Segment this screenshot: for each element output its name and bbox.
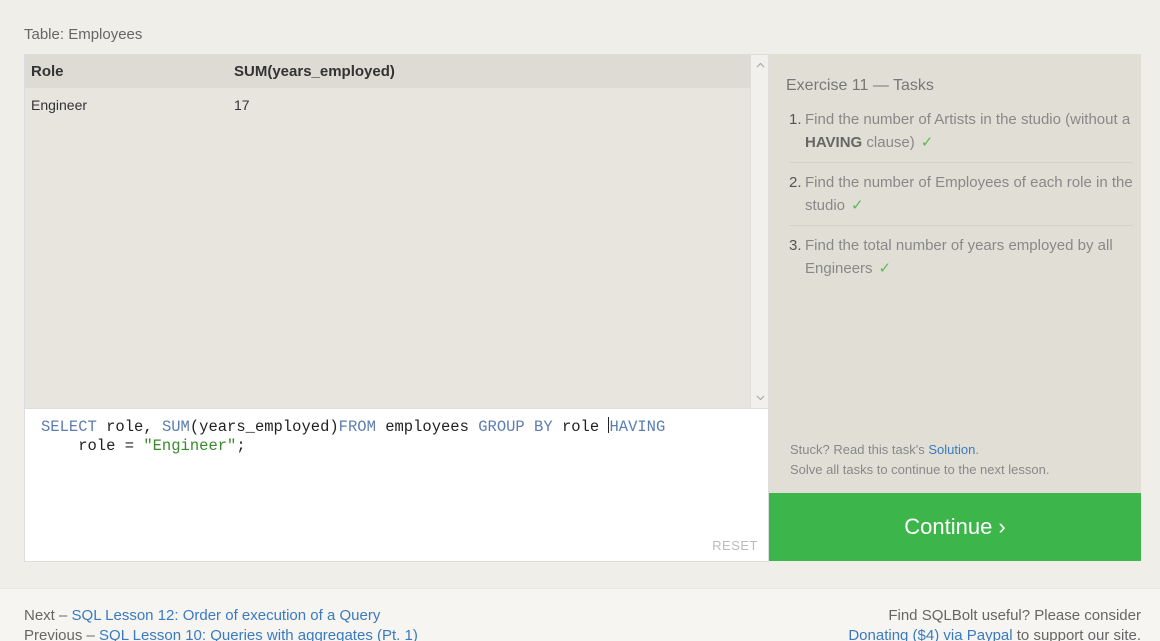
prev-prefix: Previous – — [24, 627, 100, 641]
cell-sum: 17 — [234, 97, 250, 113]
task-text: Find the number of Artists in the studio… — [805, 108, 1133, 154]
task-text-part: clause) — [862, 134, 915, 151]
task-item-1: 1. Find the number of Artists in the stu… — [789, 108, 1133, 163]
code-text: (years_employed) — [189, 418, 339, 436]
code-text: employees — [375, 418, 479, 436]
keyword-having-h: H — [609, 418, 619, 436]
task-text: Find the total number of years employed … — [805, 234, 1133, 280]
keyword-group-by: GROUP BY — [478, 418, 553, 436]
scroll-down-icon[interactable] — [751, 390, 768, 406]
page: Table: Employees Role SUM(years_employed… — [0, 0, 1160, 641]
task-text: Find the number of Employees of each rol… — [805, 171, 1133, 217]
task-text-bold: HAVING — [805, 134, 863, 151]
stuck-hint: Stuck? Read this task's Solution. Solve … — [790, 440, 1049, 480]
keyword-select: SELECT — [41, 418, 97, 436]
column-header-sum: SUM(years_employed) — [234, 63, 395, 80]
task-number: 3. — [789, 237, 802, 254]
cell-role: Engineer — [31, 97, 88, 113]
sql-editor[interactable]: SELECT role, SUM(years_employed)FROM emp… — [24, 409, 769, 562]
task-list: 1. Find the number of Artists in the stu… — [789, 108, 1133, 296]
reset-button[interactable]: RESET — [712, 538, 758, 553]
task-number: 2. — [789, 174, 802, 191]
stuck-text: Stuck? Read this task's — [790, 442, 929, 457]
task-item-3: 3. Find the total number of years employ… — [789, 234, 1133, 288]
lesson-nav: Next – SQL Lesson 12: Order of execution… — [24, 606, 418, 641]
code-text: ; — [236, 437, 246, 455]
keyword-from: FROM — [338, 418, 376, 436]
results-header-row: Role SUM(years_employed) — [25, 55, 752, 88]
previous-lesson-link[interactable]: SQL Lesson 10: Queries with aggregates (… — [99, 627, 418, 641]
check-icon: ✓ — [851, 197, 864, 214]
continue-button[interactable]: Continue › — [769, 493, 1141, 561]
check-icon: ✓ — [878, 260, 892, 277]
results-scrollbar[interactable] — [750, 55, 768, 408]
task-item-2: 2. Find the number of Employees of each … — [789, 171, 1133, 226]
results-table: Role SUM(years_employed) Engineer 17 — [25, 55, 752, 122]
scroll-up-icon[interactable] — [751, 57, 768, 73]
task-text-part: Find the number of Artists in the studio… — [805, 111, 1131, 128]
task-number: 1. — [789, 111, 802, 128]
donate-text: Find SQLBolt useful? Please consider — [888, 607, 1141, 624]
code-text: role — [552, 418, 609, 436]
table-row: Engineer 17 — [25, 88, 752, 122]
results-panel: Role SUM(years_employed) Engineer 17 — [24, 54, 769, 409]
check-icon: ✓ — [920, 134, 934, 151]
stuck-text: . — [975, 442, 979, 457]
sql-code[interactable]: SELECT role, SUM(years_employed)FROM emp… — [41, 417, 665, 456]
footer: Next – SQL Lesson 12: Order of execution… — [0, 588, 1160, 641]
table-title: Table: Employees — [24, 26, 143, 43]
donate-link[interactable]: Donating ($4) via Paypal — [848, 627, 1012, 641]
next-prefix: Next – — [24, 607, 72, 624]
task-text-part: Find the total number of years employed … — [805, 237, 1113, 277]
next-lesson-link[interactable]: SQL Lesson 12: Order of execution of a Q… — [72, 607, 381, 624]
donate-text: to support our site. — [1012, 627, 1141, 641]
code-text: role = — [41, 437, 144, 455]
code-text: role, — [96, 418, 162, 436]
solve-all-text: Solve all tasks to continue to the next … — [790, 462, 1050, 477]
column-header-role: Role — [31, 63, 64, 80]
tasks-panel: Exercise 11 — Tasks 1. Find the number o… — [769, 54, 1141, 494]
solution-link[interactable]: Solution — [928, 442, 975, 457]
function-sum: SUM — [161, 418, 190, 436]
string-literal: "Engineer" — [143, 437, 237, 455]
tasks-title: Exercise 11 — Tasks — [786, 77, 934, 94]
keyword-having-rest: AVING — [618, 418, 666, 436]
donate-note: Find SQLBolt useful? Please consider Don… — [848, 606, 1141, 641]
